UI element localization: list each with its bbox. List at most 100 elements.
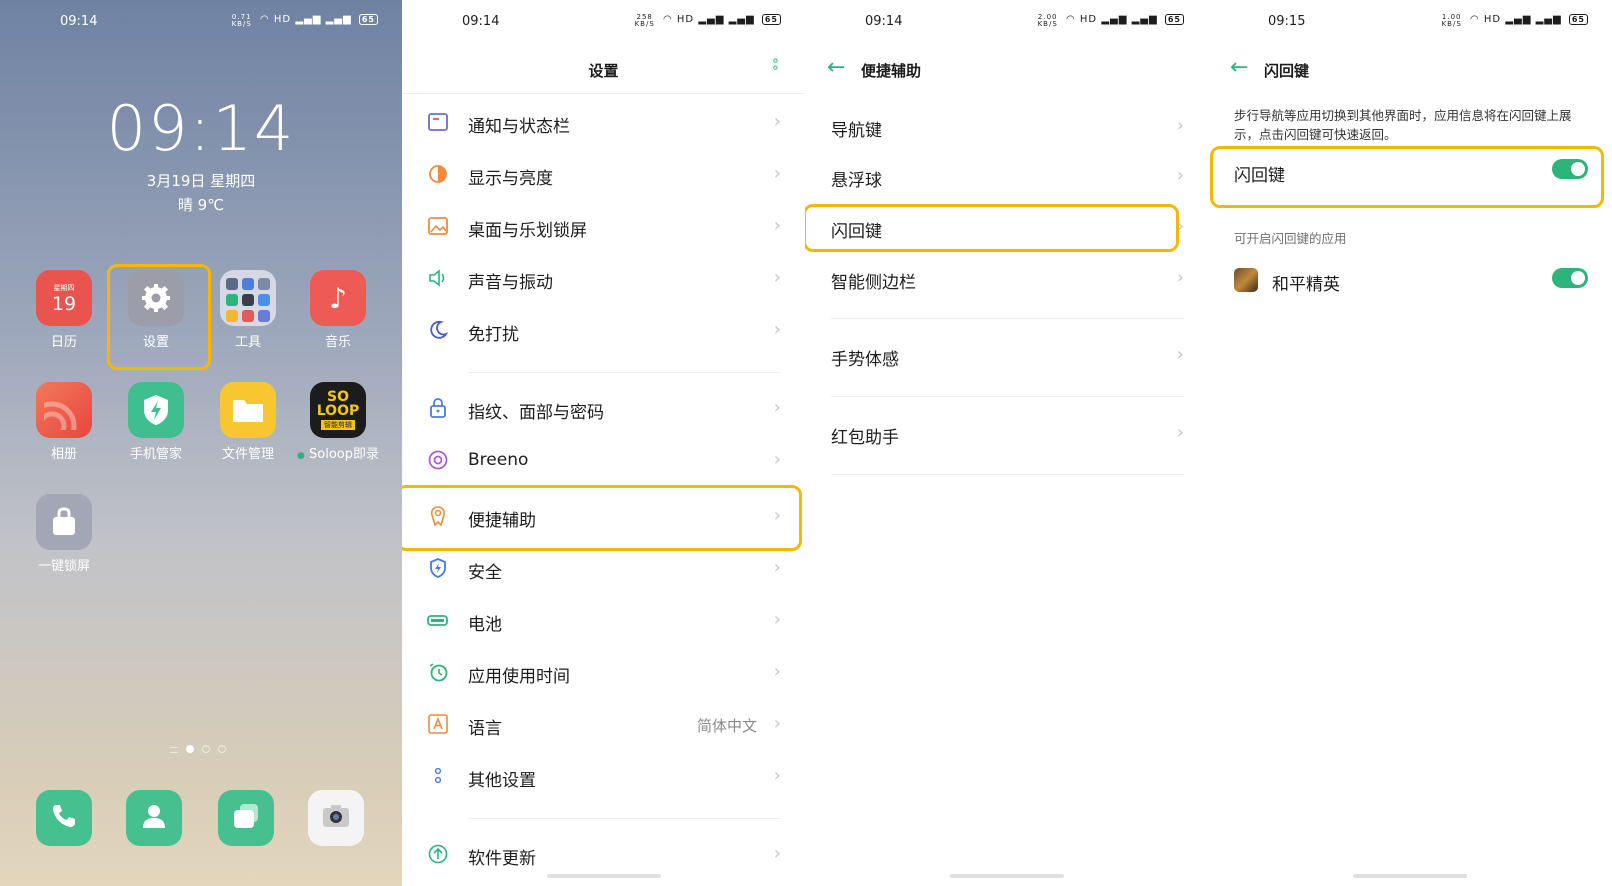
chevron-right-icon: › [1176, 216, 1184, 237]
app-name: 和平精英 [1272, 275, 1340, 295]
assist-item-floating-ball[interactable]: 悬浮球 › [805, 154, 1208, 198]
clock-widget[interactable]: 09:14 [0, 92, 402, 165]
group-divider [831, 474, 1184, 475]
app-lock-screen[interactable]: 一键锁屏 [18, 494, 110, 574]
language-icon [426, 712, 450, 736]
home-indicator[interactable] [1353, 874, 1467, 878]
settings-item-language[interactable]: 语言 简体中文 › [402, 702, 805, 746]
chevron-right-icon: › [1176, 115, 1184, 136]
section-header: 可开启闪回键的应用 [1234, 231, 1347, 246]
more-settings-icon [426, 764, 450, 788]
chevron-right-icon: › [1176, 422, 1184, 443]
battery-icon: 65 [1568, 14, 1588, 25]
app-label: 相册 [50, 447, 77, 462]
app-toggle-row[interactable]: 和平精英 [1208, 258, 1612, 302]
assist-item-smart-sidebar[interactable]: 智能侧边栏 › [805, 256, 1208, 300]
settings-item-dnd[interactable]: 免打扰 › [402, 308, 805, 352]
hd-icon: HD [1483, 14, 1502, 25]
chevron-right-icon: › [773, 449, 781, 470]
app-gallery[interactable]: 相册 [18, 382, 110, 462]
app-label: 音乐 [324, 335, 351, 350]
group-divider [831, 318, 1184, 319]
app-toggle-switch[interactable] [1552, 268, 1588, 288]
chevron-right-icon: › [773, 215, 781, 236]
settings-item-other[interactable]: 其他设置 › [402, 754, 805, 798]
group-divider [831, 396, 1184, 397]
contacts-icon [139, 801, 169, 835]
more-options-icon[interactable]: ∘ ∘ [771, 54, 780, 75]
brightness-icon [426, 162, 450, 186]
status-time: 09:14 [865, 14, 903, 29]
dock-camera[interactable] [308, 790, 364, 846]
dock-contacts[interactable] [126, 790, 182, 846]
wifi-icon: ◠ [1469, 14, 1480, 25]
app-label: 手机管家 [129, 447, 182, 462]
folder-icon [220, 270, 276, 326]
page-indicator[interactable] [170, 738, 234, 757]
notification-icon [426, 110, 450, 134]
status-icons: 0.71 KB/S ◠ HD ▂▄▆ ▂▄▆ 65 [232, 14, 378, 28]
settings-item-display[interactable]: 显示与亮度 › [402, 152, 805, 196]
assist-item-red-envelope[interactable]: 红包助手 › [805, 411, 1208, 455]
lock-bag-icon [36, 494, 92, 550]
speaker-icon [426, 266, 450, 290]
home-indicator[interactable] [546, 874, 661, 878]
page-title: 便捷辅助 [861, 62, 922, 80]
app-label: 一键锁屏 [37, 559, 90, 574]
dock-multitask[interactable] [218, 790, 274, 846]
settings-item-battery[interactable]: 电池 › [402, 598, 805, 642]
folder-icon [220, 382, 276, 438]
signal-icon: ▂▄▆ [1505, 14, 1532, 25]
settings-item-wallpaper[interactable]: 桌面与乐划锁屏 › [402, 204, 805, 248]
chevron-right-icon: › [773, 267, 781, 288]
settings-item-breeno[interactable]: Breeno › [402, 438, 805, 482]
group-divider [468, 372, 781, 373]
gear-icon [128, 270, 184, 326]
flashback-toggle-switch[interactable] [1552, 159, 1588, 179]
status-bar: 09:14 2.00 KB/S ◠ HD ▂▄▆ ▂▄▆ 65 [805, 14, 1208, 34]
chevron-right-icon: › [773, 505, 781, 526]
calendar-icon: 星期四 19 [36, 270, 92, 326]
app-settings[interactable]: 设置 [110, 270, 202, 350]
back-arrow-icon[interactable]: ← [827, 57, 845, 79]
signal-icon: ▂▄▆ [698, 14, 725, 25]
wifi-icon: ◠ [662, 14, 673, 25]
assist-header: ← 便捷辅助 [805, 56, 1208, 84]
home-indicator[interactable] [949, 874, 1064, 878]
app-calendar[interactable]: 星期四 19 日历 [18, 270, 110, 350]
assist-item-nav-keys[interactable]: 导航键 › [805, 104, 1208, 148]
settings-item-update[interactable]: 软件更新 › [402, 832, 805, 876]
chevron-right-icon: › [773, 609, 781, 630]
settings-item-notification[interactable]: 通知与状态栏 › [402, 100, 805, 144]
back-arrow-icon[interactable]: ← [1230, 57, 1248, 79]
shield-icon [426, 556, 450, 580]
hd-icon: HD [1079, 14, 1098, 25]
wifi-icon: ◠ [1065, 14, 1076, 25]
settings-item-sound[interactable]: 声音与振动 › [402, 256, 805, 300]
app-music[interactable]: ♪ 音乐 [292, 270, 384, 350]
dock-phone[interactable] [36, 790, 92, 846]
flashback-toggle-row[interactable]: 闪回键 [1208, 149, 1612, 193]
app-phone-manager[interactable]: 手机管家 [110, 382, 202, 462]
lock-icon [426, 396, 450, 420]
assist-item-flashback-key[interactable]: 闪回键 › [805, 205, 1208, 249]
app-files[interactable]: 文件管理 [202, 382, 294, 462]
chevron-right-icon: › [773, 319, 781, 340]
settings-item-accessibility[interactable]: 便捷辅助 › [402, 494, 805, 538]
settings-item-screen-time[interactable]: 应用使用时间 › [402, 650, 805, 694]
chevron-right-icon: › [773, 163, 781, 184]
page-title: 设置 [588, 62, 619, 80]
battery-icon: 65 [358, 14, 378, 25]
settings-item-safety[interactable]: 安全 › [402, 546, 805, 590]
app-tools-folder[interactable]: 工具 [202, 270, 294, 350]
app-soloop[interactable]: SO LOOP 智能剪辑 ● Soloop即录 [292, 382, 384, 464]
page-dot-list [170, 747, 178, 753]
signal-icon: ▂▄▆ [1101, 14, 1128, 25]
update-icon [426, 842, 450, 866]
signal-icon: ▂▄▆ [728, 14, 755, 25]
assist-item-gestures[interactable]: 手势体感 › [805, 333, 1208, 377]
weather-text: 晴 9℃ [177, 196, 225, 214]
flashback-header: ← 闪回键 [1208, 56, 1612, 84]
soloop-logo-icon: SO LOOP 智能剪辑 [310, 382, 366, 438]
settings-item-security-lock[interactable]: 指纹、面部与密码 › [402, 386, 805, 430]
